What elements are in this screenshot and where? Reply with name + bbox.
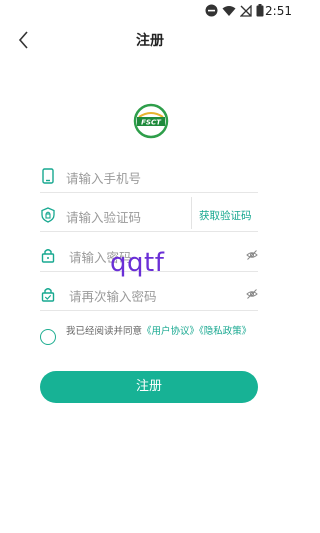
page-title: 注册 — [136, 33, 164, 49]
shield-icon — [41, 207, 55, 223]
lock-icon — [41, 249, 55, 263]
nav-bar: 注册 — [0, 26, 300, 56]
agreement-text: 我已经阅读并同意《用户协议》《隐私政策》 — [66, 325, 260, 338]
eye-hidden-icon[interactable] — [246, 288, 258, 300]
phone-placeholder: 请输入手机号 — [66, 171, 142, 186]
battery-icon — [256, 4, 264, 17]
phone-icon — [42, 168, 54, 184]
watermark-text: qqtf — [110, 248, 165, 278]
get-code-button[interactable]: 获取验证码 — [199, 208, 252, 223]
code-placeholder: 请输入验证码 — [66, 210, 142, 225]
status-bar: 2:51 — [0, 0, 300, 24]
phone-field[interactable]: 请输入手机号 — [40, 160, 258, 193]
privacy-policy-link[interactable]: 《隐私政策》 — [199, 326, 251, 337]
agreement-row: 我已经阅读并同意《用户协议》《隐私政策》 — [40, 325, 262, 355]
logo-text: FSCT — [141, 118, 162, 126]
field-divider — [191, 197, 192, 229]
eye-hidden-icon[interactable] — [246, 249, 258, 261]
user-agreement-link[interactable]: 《用户协议》 — [142, 326, 199, 337]
verification-code-field[interactable]: 请输入验证码 获取验证码 — [40, 197, 258, 232]
confirm-password-placeholder: 请再次输入密码 — [69, 289, 157, 304]
no-signal-icon — [240, 4, 252, 17]
lock-check-icon — [41, 288, 55, 302]
confirm-password-field[interactable]: 请再次输入密码 — [40, 278, 258, 311]
status-icons — [205, 4, 264, 17]
status-time: 2:51 — [265, 4, 292, 18]
agree-checkbox[interactable] — [40, 329, 56, 345]
register-button[interactable]: 注册 — [40, 371, 258, 403]
app-logo: FSCT — [133, 103, 169, 139]
agreement-prefix: 我已经阅读并同意 — [66, 326, 143, 337]
do-not-disturb-icon — [205, 4, 218, 17]
wifi-icon — [222, 5, 236, 16]
